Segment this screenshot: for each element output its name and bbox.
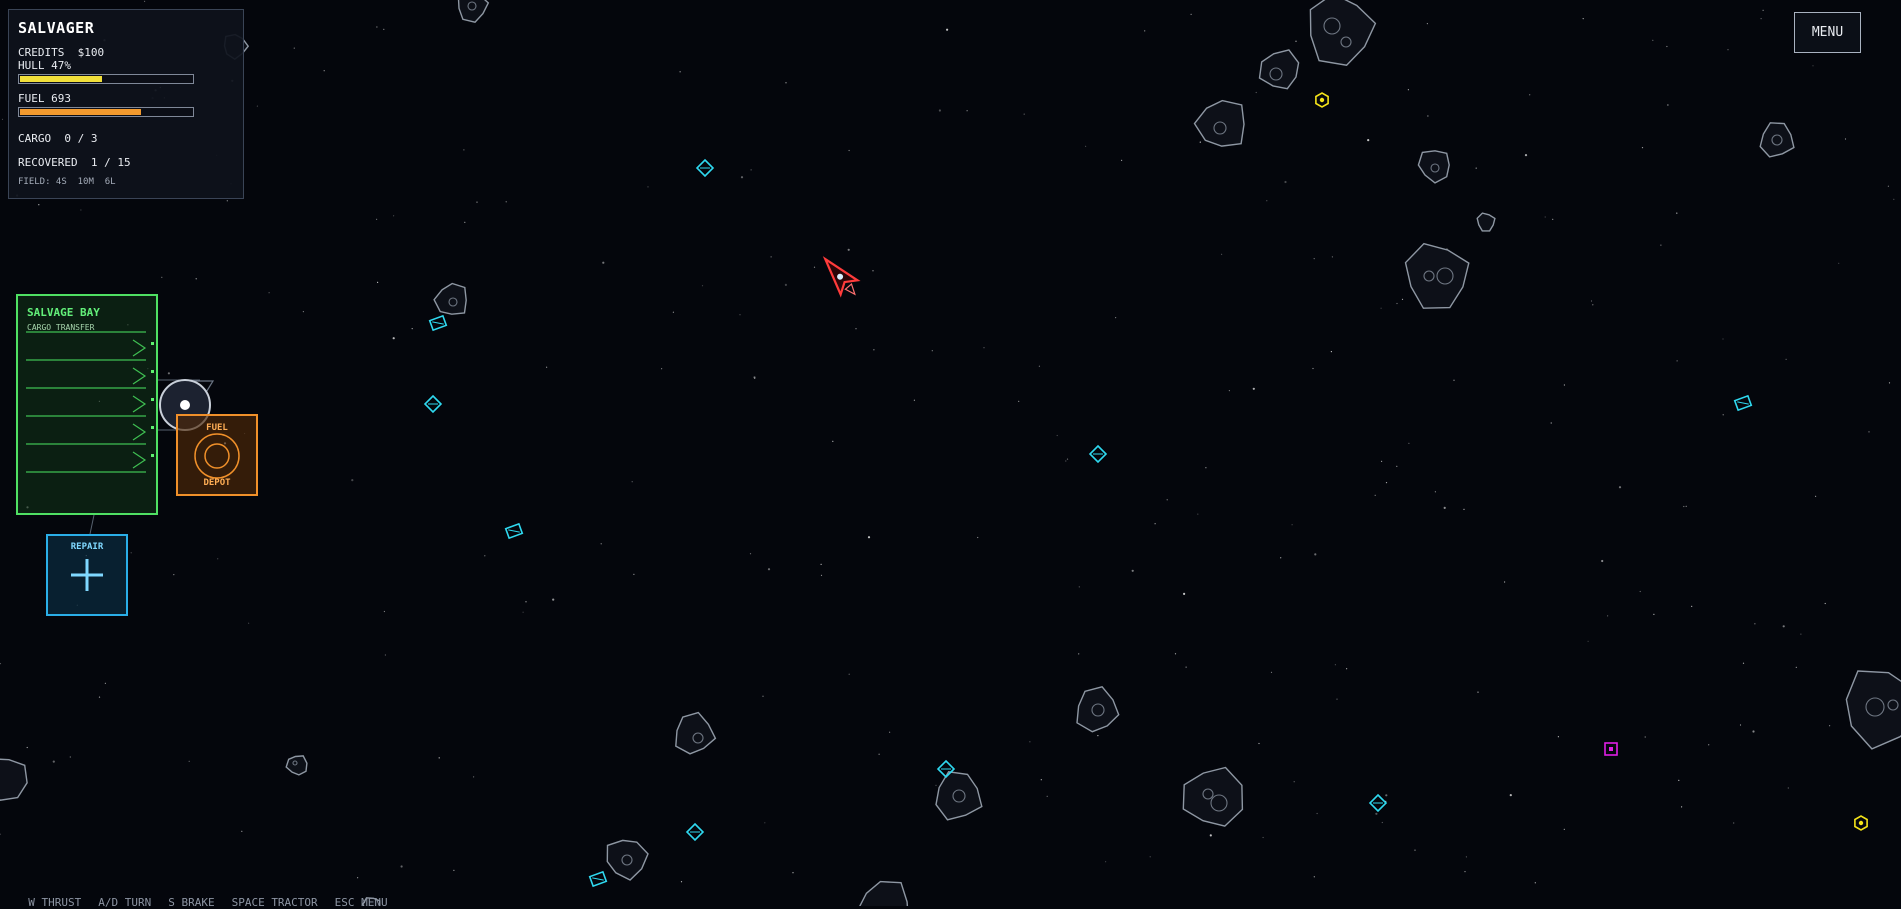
salvage-crate-icon[interactable] xyxy=(1733,394,1753,412)
player-ship[interactable] xyxy=(817,252,863,301)
control-brake: S BRAKE xyxy=(168,896,215,909)
fuel-bar xyxy=(18,107,194,117)
salvage-crate-icon[interactable] xyxy=(685,822,705,842)
recovered-readout: RECOVERED 1 / 15 xyxy=(18,156,131,169)
asteroid-icon xyxy=(1193,99,1245,147)
asteroid-icon xyxy=(1309,0,1377,66)
hull-bar xyxy=(18,74,194,84)
asteroid-icon xyxy=(675,711,717,755)
asteroid-icon xyxy=(859,880,909,906)
asteroid-icon xyxy=(1759,122,1795,158)
control-turn: A/D TURN xyxy=(98,896,152,909)
salvage-crate-icon[interactable] xyxy=(423,394,443,414)
asteroid-icon xyxy=(0,758,28,801)
cargo-readout: CARGO 0 / 3 xyxy=(18,132,98,145)
fuel-depot-station[interactable]: FUEL DEPOT xyxy=(176,414,258,496)
asteroid-icon xyxy=(433,282,467,315)
asteroid-icon xyxy=(1404,242,1470,309)
salvage-crate-icon[interactable] xyxy=(1854,815,1868,831)
asteroid-field xyxy=(0,0,1901,906)
field-readout: FIELD: 4S 10M 6L xyxy=(18,177,116,187)
chevron-right-icon xyxy=(132,339,147,357)
game-viewport[interactable] xyxy=(0,0,1901,906)
asteroid-icon xyxy=(935,771,983,821)
salvage-items xyxy=(423,92,1868,888)
salvage-crate-icon[interactable] xyxy=(1315,92,1329,108)
plus-icon xyxy=(71,559,103,591)
hull-bar-fill xyxy=(20,76,102,82)
chevron-right-icon xyxy=(132,367,147,385)
salvage-crate-icon[interactable] xyxy=(1604,742,1618,756)
controls-hint: W THRUST A/D TURN S BRAKE SPACE TRACTOR ESC … xyxy=(15,883,405,909)
salvage-crate-icon[interactable] xyxy=(1088,444,1108,464)
control-menu: ESC MENU xyxy=(334,896,388,909)
repair-station[interactable]: REPAIR xyxy=(46,534,128,616)
asteroid-icon xyxy=(1417,150,1450,184)
asteroid-icon xyxy=(1258,49,1300,90)
space-field xyxy=(0,0,1901,906)
chevron-right-icon xyxy=(132,395,147,413)
salvage-crate-icon[interactable] xyxy=(695,158,715,178)
asteroid-icon xyxy=(1845,670,1901,750)
chevron-right-icon xyxy=(132,423,147,441)
salvage-crate-icon[interactable] xyxy=(1368,793,1388,813)
salvage-crate-icon[interactable] xyxy=(428,314,448,332)
salvage-crate-icon[interactable] xyxy=(504,522,524,540)
salvage-crate-icon[interactable] xyxy=(588,870,608,888)
fuel-depot-label-bottom: DEPOT xyxy=(203,478,231,488)
salvage-bay-station[interactable]: SALVAGE BAY CARGO TRANSFER xyxy=(16,294,158,515)
game-title: SALVAGER xyxy=(18,19,95,37)
asteroid-icon xyxy=(1182,766,1244,827)
status-panel: SALVAGER CREDITS $100 HULL 47% FUEL 693 … xyxy=(8,9,244,199)
asteroid-icon xyxy=(457,0,490,23)
ship-icon xyxy=(822,256,861,298)
asteroid-icon xyxy=(285,755,308,776)
asteroid-icon xyxy=(1476,212,1496,232)
conveyor-lanes xyxy=(26,331,154,473)
hull-label: HULL 47% xyxy=(18,59,71,72)
menu-button[interactable]: MENU xyxy=(1794,12,1861,53)
control-tractor: SPACE TRACTOR xyxy=(231,896,318,909)
fuel-label: FUEL 693 xyxy=(18,92,71,105)
control-thrust: W THRUST xyxy=(28,896,82,909)
starfield xyxy=(0,0,1895,894)
credits-readout: CREDITS $100 xyxy=(18,46,105,59)
asteroid-icon xyxy=(1076,686,1120,733)
chevron-right-icon xyxy=(132,451,147,469)
asteroid-icon xyxy=(606,839,649,881)
fuel-bar-fill xyxy=(20,109,141,115)
